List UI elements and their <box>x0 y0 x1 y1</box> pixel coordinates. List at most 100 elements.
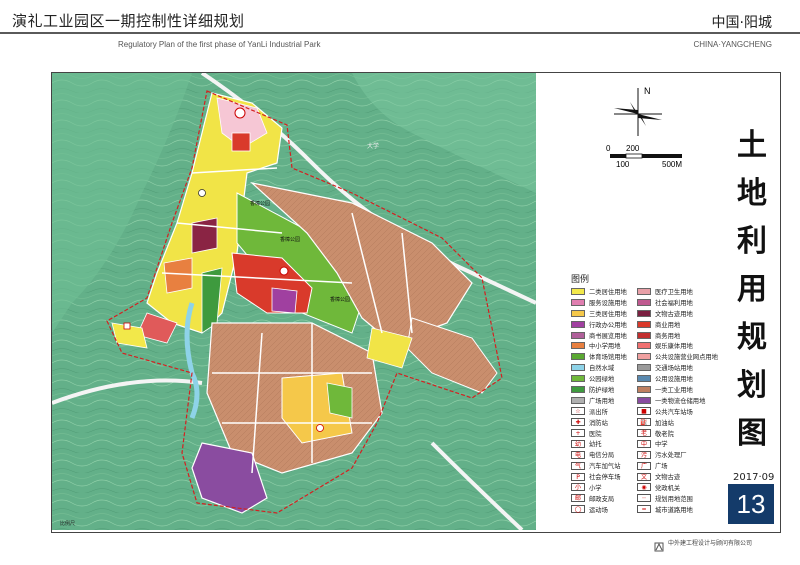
legend-item: ⛽ 加油站 <box>637 418 703 427</box>
legend-row: ◯ 运动场 ═ 城市道路用地 <box>571 504 721 515</box>
legend-item: 娱乐康体用地 <box>637 341 703 350</box>
legend-swatch <box>571 298 585 306</box>
scale-label-500: 500M <box>662 160 682 169</box>
legend-symbol-icon: 污 <box>637 450 651 459</box>
legend-symbol-icon: 中 <box>637 439 651 448</box>
legend-item: 老敬老院 <box>637 429 703 438</box>
legend-swatch <box>637 309 651 317</box>
legend-symbol-icon: ☆ <box>571 407 585 416</box>
legend-symbol-icon: 老 <box>637 429 651 438</box>
legend-item: 电电信分局 <box>571 450 637 459</box>
company-logo-icon <box>654 537 664 552</box>
legend-row: 小小学 ◉ 党政机关 <box>571 482 721 493</box>
legend-symbol-icon: 电 <box>571 450 585 459</box>
legend-label: 规划用地范围 <box>655 495 693 503</box>
land-use-map[interactable]: 香樟公园 香樟公园 香樟公园 大学 比例尺 <box>52 73 536 530</box>
legend-item: ☆ 派出所 <box>571 407 637 416</box>
legend-label: 消防站 <box>589 419 608 427</box>
legend-heading: 图例 <box>571 275 590 285</box>
legend-item: 商务用地 <box>637 331 703 340</box>
legend-swatch <box>571 375 585 383</box>
legend: 二类居住用地 医疗卫生用地 服务设施用地 社会福利用地 三类居住用地 文物古迹用地 行政办公… <box>571 286 721 515</box>
zone-admin-office[interactable] <box>271 287 298 314</box>
legend-symbol-icon: ◉ <box>637 483 651 492</box>
legend-item: 邮邮政支局 <box>571 494 637 503</box>
legend-label: 服务设施用地 <box>589 299 627 307</box>
legend-label: 行政办公用地 <box>589 321 627 329</box>
legend-label: 娱乐康体用地 <box>655 343 693 351</box>
legend-item: 公用设施用地 <box>637 374 703 383</box>
legend-label: 广场用地 <box>589 397 615 405</box>
legend-label: 文物古迹 <box>655 474 681 482</box>
post-office-icon <box>316 424 324 432</box>
legend-row: 中小学用地 娱乐康体用地 <box>571 340 721 351</box>
legend-label: 医疗卫生用地 <box>655 288 693 296</box>
legend-swatch <box>637 353 651 361</box>
zone-admin[interactable] <box>191 217 218 254</box>
map-label-park-c: 香樟公园 <box>330 296 350 303</box>
sheet-title-char: 用 <box>737 272 767 307</box>
legend-label: 文物古迹用地 <box>655 310 693 318</box>
legend-label: 广场 <box>655 463 668 471</box>
zone-commercial-a[interactable] <box>231 132 251 152</box>
legend-label: 运动场 <box>589 506 608 514</box>
legend-symbol-icon: 广 <box>637 461 651 470</box>
legend-item: ◯ 运动场 <box>571 505 637 514</box>
legend-swatch <box>571 331 585 339</box>
legend-symbol-icon: P <box>571 472 585 481</box>
legend-row: 三类居住用地 文物古迹用地 <box>571 308 721 319</box>
sheet-number: 13 <box>728 484 774 524</box>
company-name: 中外建工程设计与顾问有限公司 <box>668 540 753 547</box>
zone-park-south[interactable] <box>326 382 353 419</box>
scale-label-0: 0 <box>606 144 611 153</box>
legend-row: 商书展览用地 商务用地 <box>571 330 721 341</box>
legend-swatch <box>571 396 585 404</box>
legend-label: 商务用地 <box>655 332 681 340</box>
police-station-icon <box>123 322 131 330</box>
legend-symbol-icon: 小 <box>571 483 585 492</box>
legend-swatch <box>637 396 651 404</box>
scale-bar-icon: 0 200 100 500M <box>606 144 682 169</box>
legend-item: P 社会停车场 <box>571 472 637 481</box>
legend-row: 服务设施用地 社会福利用地 <box>571 297 721 308</box>
legend-row: 防护绿地 一类工业用地 <box>571 384 721 395</box>
legend-label: 公共设施营业网点用地 <box>655 354 718 362</box>
legend-label: 防护绿地 <box>589 386 615 394</box>
legend-row: 体育场馆用地 公共设施营业网点用地 <box>571 351 721 362</box>
legend-row: 气汽车加气站广广场 <box>571 460 721 471</box>
legend-swatch <box>637 298 651 306</box>
sheet-title-char: 划 <box>737 368 767 403</box>
legend-item: 三类居住用地 <box>571 309 637 318</box>
school-icon <box>198 189 206 197</box>
location-label-en: CHINA·YANGCHENG <box>693 40 772 49</box>
legend-item: 广广场 <box>637 461 703 470</box>
legend-item: 文物古迹用地 <box>637 309 703 318</box>
sheet-title-char: 规 <box>737 320 767 355</box>
legend-label: 汽车加气站 <box>589 463 621 471</box>
legend-label: 自然水域 <box>589 365 615 373</box>
scale-bar: 0 200 100 500M <box>606 142 696 176</box>
legend-swatch <box>571 309 585 317</box>
map-label-park-a: 香樟公园 <box>250 200 270 207</box>
legend-label: 敬老院 <box>655 430 674 438</box>
legend-swatch <box>571 364 585 372</box>
map-canvas: 香樟公园 香樟公园 香樟公园 大学 比例尺 <box>52 73 536 530</box>
sheet-title-char: 利 <box>737 224 767 259</box>
plan-title: 演礼工业园区一期控制性详细规划 <box>12 12 245 30</box>
legend-label: 三类居住用地 <box>589 310 627 318</box>
legend-swatch <box>637 320 651 328</box>
legend-label: 污水处理厂 <box>655 452 687 460</box>
legend-item: 污污水处理厂 <box>637 450 703 459</box>
zone-school-a[interactable] <box>163 257 193 294</box>
location-label: 中国·阳城 <box>711 15 772 31</box>
legend-symbol-icon: ═ <box>637 505 651 514</box>
legend-label: 电信分局 <box>589 452 615 460</box>
legend-row: 行政办公用地 商业用地 <box>571 319 721 330</box>
legend-swatch <box>571 287 585 295</box>
legend-item: 小小学 <box>571 483 637 492</box>
legend-item: 商业用地 <box>637 320 703 329</box>
legend-label: 公共汽车站场 <box>655 408 693 416</box>
legend-label: 公用设施用地 <box>655 376 693 384</box>
map-label-scale-note: 比例尺 <box>60 520 75 527</box>
legend-label: 幼托 <box>589 441 602 449</box>
